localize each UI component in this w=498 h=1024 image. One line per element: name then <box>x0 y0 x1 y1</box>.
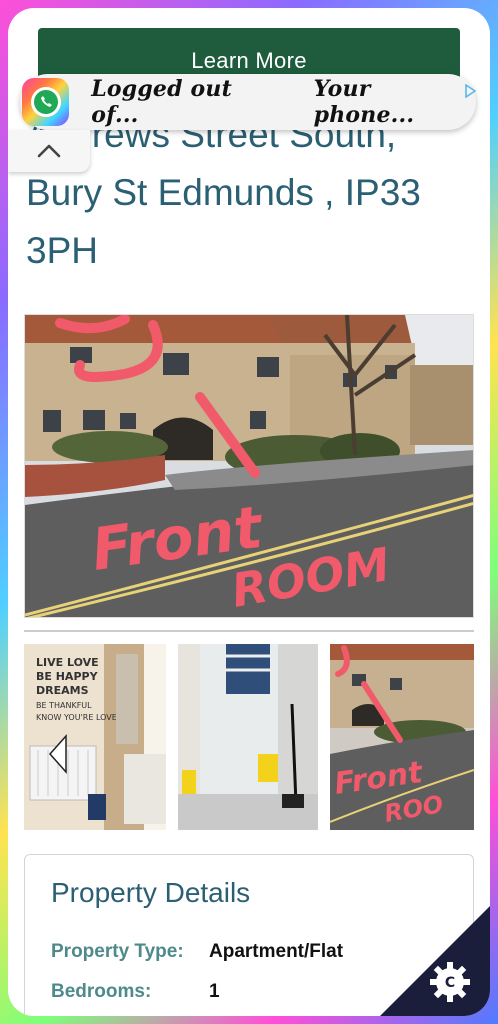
detail-row-property-type: Property Type: Apartment/Flat <box>51 941 343 963</box>
ad-choices-icon[interactable] <box>464 83 478 99</box>
gear-icon: C <box>430 962 470 1002</box>
notification-bubble[interactable]: Logged out of... Your phone... <box>20 74 478 130</box>
chevron-up-icon <box>37 144 61 158</box>
svg-text:KNOW YOU'RE LOVED: KNOW YOU'RE LOVED <box>36 713 123 722</box>
corner-settings-badge[interactable]: C <box>380 906 490 1016</box>
whatsapp-icon <box>22 78 70 126</box>
svg-text:DREAMS: DREAMS <box>36 684 89 697</box>
detail-value: 1 <box>209 981 220 1002</box>
detail-label: Property Type: <box>51 941 184 962</box>
corner-badge-letter: C <box>445 975 455 991</box>
phone-screen: Andrews Street South, Bury St Edmunds , … <box>8 8 490 1016</box>
collapse-button[interactable] <box>8 130 90 172</box>
property-details-heading: Property Details <box>51 877 251 908</box>
svg-text:BE THANKFUL: BE THANKFUL <box>36 701 92 710</box>
listing-title: Andrews Street South, Bury St Edmunds , … <box>26 114 421 271</box>
detail-row-bedrooms: Bedrooms: 1 <box>51 981 220 1003</box>
photo-thumbnail-strip: LIVE LOVE BE HAPPY DREAMS BE THANKFUL KN… <box>24 630 474 834</box>
detail-label: Bedrooms: <box>51 981 152 1002</box>
notification-item-logged-out: Logged out of... <box>91 76 232 128</box>
svg-text:BE HAPPY: BE HAPPY <box>36 670 99 683</box>
notification-item-phone: Your phone... <box>313 76 415 128</box>
main-property-photo[interactable]: Front ROOM <box>24 314 474 618</box>
thumbnail-front-room[interactable]: Front ROO <box>330 644 474 830</box>
chevron-left-icon[interactable] <box>48 734 68 774</box>
thumbnail-cupboard[interactable] <box>178 644 318 830</box>
thumbnail-hallway[interactable]: LIVE LOVE BE HAPPY DREAMS BE THANKFUL KN… <box>24 644 166 830</box>
svg-text:LIVE LOVE: LIVE LOVE <box>36 656 99 669</box>
detail-value: Apartment/Flat <box>209 941 344 962</box>
